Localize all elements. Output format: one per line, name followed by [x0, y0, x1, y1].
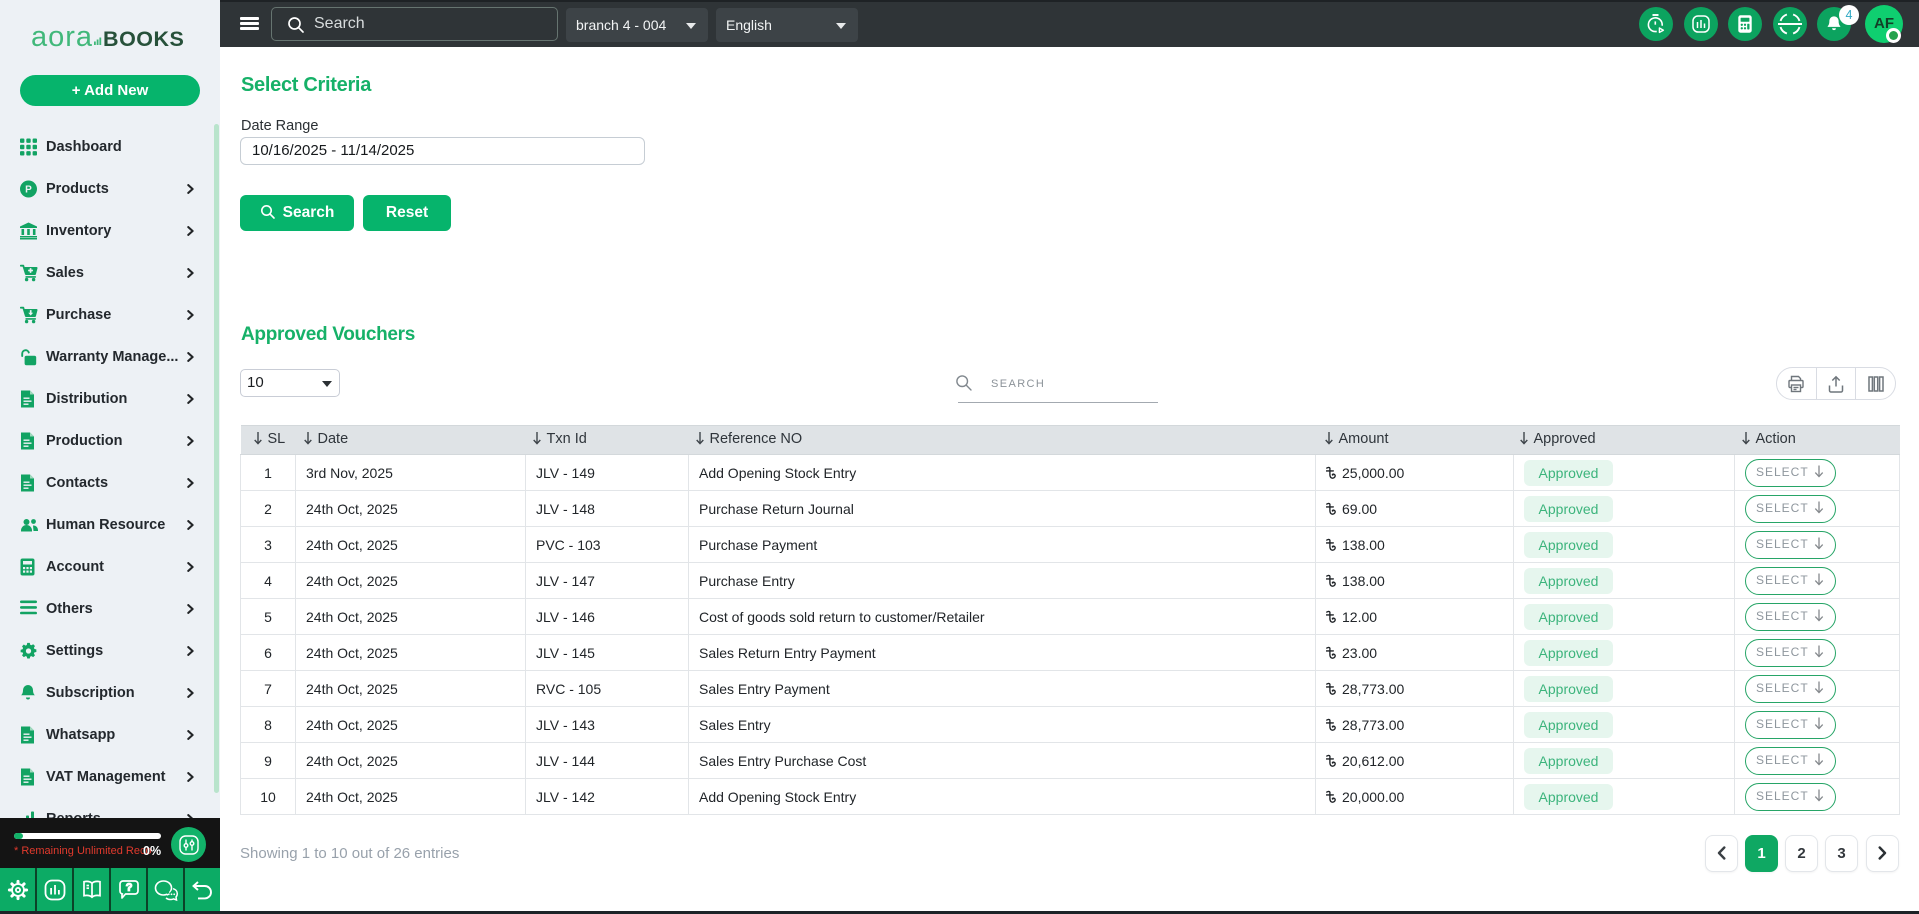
svg-text:?: ? — [126, 882, 132, 894]
svg-text:P: P — [25, 185, 32, 196]
